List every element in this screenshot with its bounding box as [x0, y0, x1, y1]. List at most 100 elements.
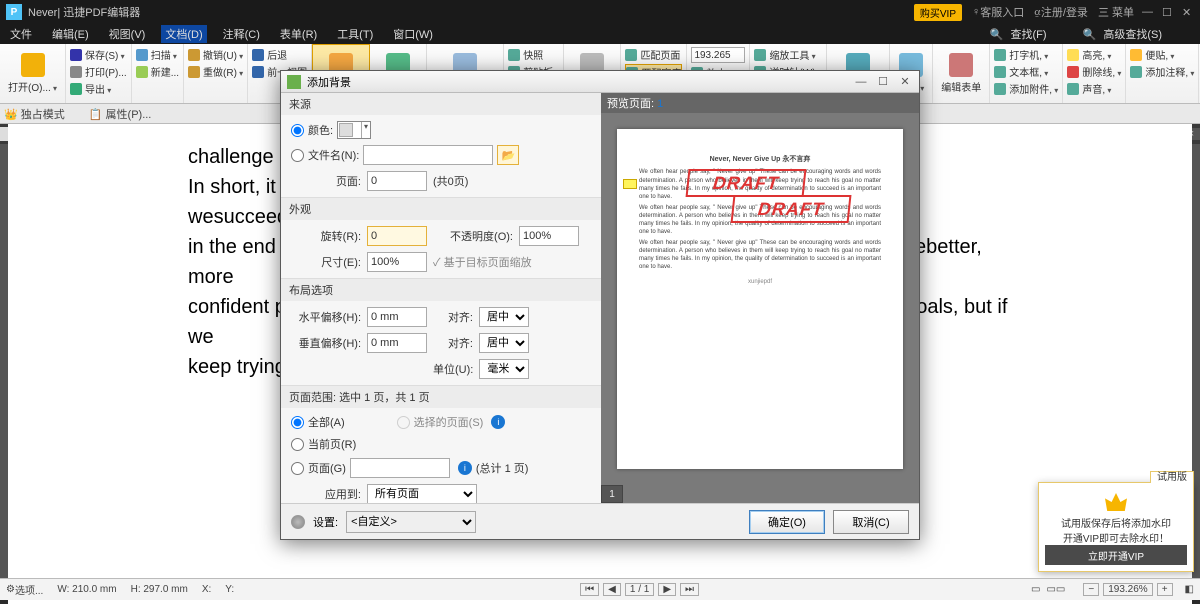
pages-input[interactable]	[350, 458, 450, 478]
section-range-header: 页面范围: 选中 1 页，共 1 页	[281, 386, 601, 408]
undo-button[interactable]: 撤销(U)	[188, 47, 243, 62]
add-comment-button[interactable]: 添加注释,	[1130, 64, 1194, 79]
ribbon-highlight-group: 高亮, 删除线, 声音,	[1063, 44, 1126, 103]
minimize-button[interactable]: —	[1142, 6, 1154, 18]
last-page-button[interactable]: ⏭	[680, 583, 699, 596]
info-icon: i	[458, 461, 472, 475]
upgrade-vip-button[interactable]: 立即开通VIP	[1045, 545, 1187, 565]
sticky-note-button[interactable]: 便贴,	[1130, 47, 1194, 62]
close-window-button[interactable]: ✕	[1182, 6, 1194, 19]
sticky-note-icon	[623, 179, 637, 189]
customer-service-button[interactable]: ♀ 客服入口	[972, 4, 1024, 20]
sound-button[interactable]: 声音,	[1067, 81, 1121, 96]
typewriter-button[interactable]: 打字机,	[994, 47, 1058, 62]
snapshot-button[interactable]: 快照	[508, 47, 559, 62]
exclusive-mode-button[interactable]: 👑 独占模式	[4, 106, 77, 122]
dialog-maximize-button[interactable]: ☐	[875, 75, 891, 88]
menu-edit[interactable]: 编辑(E)	[48, 25, 93, 43]
preview-page-number[interactable]: 1	[601, 485, 623, 503]
titlebar: P Never| 迅捷PDF编辑器 购买VIP ♀ 客服入口 ⍶ 注册/登录 三…	[0, 0, 1200, 24]
dialog-title: 添加背景	[307, 74, 351, 90]
ribbon-note-group: 便贴, 添加注释,	[1126, 44, 1199, 103]
view-mode-icon[interactable]: ▭	[1031, 584, 1040, 595]
units-select[interactable]: 毫米	[479, 359, 529, 379]
menu-view[interactable]: 视图(V)	[105, 25, 150, 43]
filename-input[interactable]	[363, 145, 493, 165]
source-file-radio[interactable]: 文件名(N): 📂	[291, 145, 591, 165]
cancel-button[interactable]: 取消(C)	[833, 510, 909, 534]
edit-form-button[interactable]: 编辑表单	[933, 44, 990, 103]
dialog-titlebar[interactable]: 添加背景 — ☐ ✕	[281, 71, 919, 93]
ok-button[interactable]: 确定(O)	[749, 510, 825, 534]
back-button[interactable]: 后退	[252, 47, 307, 62]
trial-header: 试用版	[1150, 471, 1194, 483]
fit-page-button[interactable]: 匹配页面	[625, 47, 682, 62]
range-pages-radio[interactable]: 页面(G) i (总计 1 页)	[291, 458, 591, 478]
attach-button[interactable]: 添加附件,	[994, 81, 1058, 96]
print-button[interactable]: 打印(P)...	[70, 64, 127, 79]
dialog-close-button[interactable]: ✕	[897, 75, 913, 88]
advanced-find-button[interactable]: 🔍 高级查找(S)	[1079, 25, 1182, 43]
hamburger-menu[interactable]: 三 菜单	[1098, 4, 1134, 20]
menu-file[interactable]: 文件	[6, 25, 36, 43]
color-picker-button[interactable]	[337, 121, 371, 139]
view-mode-icon[interactable]: ▭▭	[1046, 584, 1065, 595]
find-button[interactable]: 🔍 查找(F)	[986, 25, 1067, 43]
menu-window[interactable]: 窗口(W)	[389, 25, 437, 43]
valign-select[interactable]: 居中	[479, 333, 529, 353]
range-current-radio[interactable]: 当前页(R)	[291, 436, 591, 452]
settings-gear-icon	[291, 515, 305, 529]
draft-stamp: DRAFT	[731, 195, 852, 223]
zoom-indicator[interactable]: 193.26%	[1103, 583, 1152, 596]
apply-to-select[interactable]: 所有页面	[367, 484, 477, 503]
source-color-radio[interactable]: 颜色:	[291, 121, 591, 139]
strikeout-button[interactable]: 删除线,	[1067, 64, 1121, 79]
range-selected-radio[interactable]: 选择的页面(S)i	[397, 414, 506, 430]
next-page-button[interactable]: ▶	[658, 583, 676, 596]
zoom-in-button[interactable]: +	[1157, 583, 1173, 596]
draft-stamp: DRAFT	[686, 169, 807, 197]
redo-button[interactable]: 重做(R)	[188, 64, 243, 79]
new-button[interactable]: 新建...	[136, 64, 179, 79]
dialog-preview-panel: 预览页面: 1 Never, Never Give Up 永不言弃 We oft…	[601, 93, 919, 503]
browse-button[interactable]: 📂	[497, 145, 519, 165]
maximize-button[interactable]: ☐	[1162, 6, 1174, 19]
export-button[interactable]: 导出	[70, 81, 127, 96]
voffset-spinner[interactable]: 0 mm	[367, 333, 427, 353]
page-spinner[interactable]: 0	[367, 171, 427, 191]
menu-tools[interactable]: 工具(T)	[333, 25, 377, 43]
size-spinner[interactable]: 100%	[367, 252, 427, 272]
range-all-radio[interactable]: 全部(A)	[291, 414, 345, 430]
properties-button[interactable]: 📋 属性(P)...	[89, 106, 164, 122]
zoom-menu-icon[interactable]: ◧	[1185, 584, 1194, 595]
preset-select[interactable]: <自定义>	[346, 511, 476, 533]
zoom-combo[interactable]: 193.265	[691, 47, 745, 63]
dialog-minimize-button[interactable]: —	[853, 76, 869, 88]
opacity-spinner[interactable]: 100%	[519, 226, 579, 246]
highlight-button[interactable]: 高亮,	[1067, 47, 1121, 62]
dialog-settings-panel: 来源 颜色: 文件名(N): 📂 页面: 0 (共0页)	[281, 93, 601, 503]
options-button[interactable]: ⚙ 选项...	[6, 582, 43, 597]
textbox-button[interactable]: 文本框,	[994, 64, 1058, 79]
halign-select[interactable]: 居中	[479, 307, 529, 327]
zoom-out-button[interactable]: −	[1083, 583, 1099, 596]
add-background-dialog: 添加背景 — ☐ ✕ 来源 颜色: 文件名(N): 📂 页面: 0	[280, 70, 920, 540]
buy-vip-button[interactable]: 购买VIP	[914, 4, 962, 21]
hoffset-spinner[interactable]: 0 mm	[367, 307, 427, 327]
preview-header: 预览页面: 1	[601, 93, 919, 113]
rotate-spinner[interactable]: 0	[367, 226, 427, 246]
page-indicator[interactable]: 1 / 1	[625, 583, 654, 596]
login-button[interactable]: ⍶ 注册/登录	[1034, 4, 1088, 20]
section-source-header: 来源	[281, 93, 601, 115]
menu-document[interactable]: 文档(D)	[161, 25, 206, 43]
menu-form[interactable]: 表单(R)	[276, 25, 321, 43]
open-button[interactable]: 打开(O)...	[0, 44, 66, 103]
prev-page-button[interactable]: ◀	[603, 583, 621, 596]
dialog-footer: 设置: <自定义> 确定(O) 取消(C)	[281, 503, 919, 539]
zoom-tool-button[interactable]: 缩放工具	[754, 47, 821, 62]
ribbon-text-annot-group: 打字机, 文本框, 添加附件,	[990, 44, 1063, 103]
scan-button[interactable]: 扫描	[136, 47, 179, 62]
first-page-button[interactable]: ⏮	[580, 583, 599, 596]
save-button[interactable]: 保存(S)	[70, 47, 127, 62]
menu-comment[interactable]: 注释(C)	[219, 25, 264, 43]
